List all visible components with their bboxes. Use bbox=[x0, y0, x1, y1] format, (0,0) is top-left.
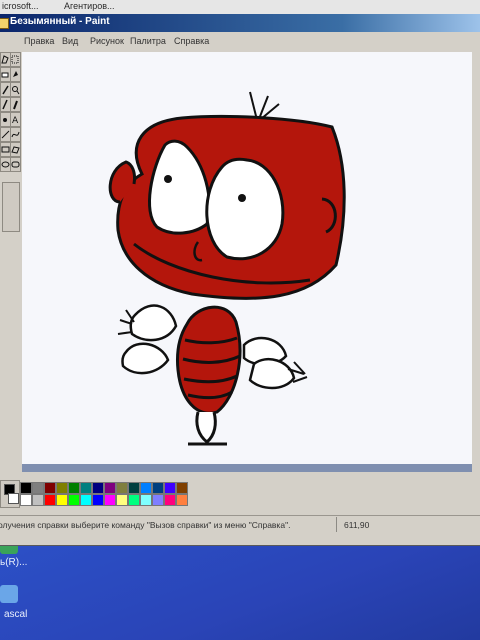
taskbar-item-microsoft[interactable]: icrosoft... bbox=[2, 1, 39, 11]
status-message: олучения справки выберите команду "Вызов… bbox=[0, 520, 291, 530]
fill-icon[interactable] bbox=[10, 67, 21, 82]
paint-window: icrosoft... Агентиров... Безымянный - Pa… bbox=[0, 0, 480, 545]
palette-swatch[interactable] bbox=[116, 482, 128, 494]
color-palette bbox=[0, 474, 480, 514]
text-icon[interactable]: A bbox=[10, 112, 21, 127]
palette-swatch[interactable] bbox=[176, 494, 188, 506]
palette-swatch[interactable] bbox=[68, 482, 80, 494]
taskbar-item-agentirov[interactable]: Агентиров... bbox=[64, 1, 115, 11]
palette-swatch[interactable] bbox=[164, 482, 176, 494]
background-color-swatch[interactable] bbox=[8, 493, 19, 504]
palette-swatch[interactable] bbox=[92, 494, 104, 506]
palette-swatch[interactable] bbox=[104, 482, 116, 494]
palette-swatch[interactable] bbox=[44, 482, 56, 494]
palette-swatch[interactable] bbox=[80, 494, 92, 506]
desktop-item-label-1[interactable]: ь(R)... bbox=[0, 557, 27, 568]
palette-swatch[interactable] bbox=[176, 482, 188, 494]
menu-help[interactable]: Справка bbox=[174, 36, 209, 46]
palette-swatch[interactable] bbox=[32, 482, 44, 494]
tool-options-box[interactable] bbox=[2, 182, 20, 232]
menu-view[interactable]: Вид bbox=[62, 36, 78, 46]
palette-swatch[interactable] bbox=[56, 482, 68, 494]
palette-swatch[interactable] bbox=[140, 482, 152, 494]
select-icon[interactable] bbox=[10, 52, 21, 67]
palette-swatch[interactable] bbox=[56, 494, 68, 506]
brush-icon[interactable] bbox=[10, 97, 21, 112]
paint-app-icon bbox=[0, 18, 9, 29]
cursor-coordinates: 611,90 bbox=[344, 520, 370, 530]
palette-swatch[interactable] bbox=[20, 482, 32, 494]
status-bar: олучения справки выберите команду "Вызов… bbox=[0, 515, 480, 534]
window-title: Безымянный - Paint bbox=[10, 16, 110, 27]
current-colors-box[interactable] bbox=[0, 480, 20, 508]
menu-image[interactable]: Рисунок bbox=[90, 36, 124, 46]
desktop-item-label-2[interactable]: ascal bbox=[4, 609, 27, 620]
drawing-canvas[interactable] bbox=[22, 52, 472, 464]
palette-swatch[interactable] bbox=[116, 494, 128, 506]
menu-bar: Правка Вид Рисунок Палитра Справка bbox=[0, 32, 480, 50]
palette-swatch[interactable] bbox=[80, 482, 92, 494]
palette-swatch[interactable] bbox=[152, 494, 164, 506]
palette-swatch[interactable] bbox=[92, 482, 104, 494]
title-bar[interactable]: Безымянный - Paint bbox=[0, 14, 480, 32]
taskbar-strip: icrosoft... Агентиров... bbox=[0, 0, 480, 14]
curve-icon[interactable] bbox=[10, 127, 21, 142]
canvas-area bbox=[22, 52, 472, 472]
drawing bbox=[108, 91, 346, 446]
palette-swatch[interactable] bbox=[32, 494, 44, 506]
menu-palette[interactable]: Палитра bbox=[130, 36, 166, 46]
monitor-photo: ь(R)... ascal icrosoft... Агентиров... Б… bbox=[0, 0, 480, 640]
palette-swatch[interactable] bbox=[128, 482, 140, 494]
toolbox: A bbox=[0, 52, 23, 472]
palette-swatch[interactable] bbox=[164, 494, 176, 506]
status-separator bbox=[336, 517, 337, 532]
palette-swatch[interactable] bbox=[104, 494, 116, 506]
polygon-icon[interactable] bbox=[10, 142, 21, 157]
rounded-rect-icon[interactable] bbox=[10, 157, 21, 172]
palette-swatch[interactable] bbox=[20, 494, 32, 506]
svg-text:A: A bbox=[12, 116, 19, 126]
desktop-icon-2[interactable] bbox=[0, 585, 18, 603]
palette-swatch[interactable] bbox=[152, 482, 164, 494]
palette-swatch[interactable] bbox=[44, 494, 56, 506]
zoom-icon[interactable] bbox=[10, 82, 21, 97]
palette-swatch[interactable] bbox=[140, 494, 152, 506]
palette-swatch[interactable] bbox=[128, 494, 140, 506]
menu-edit[interactable]: Правка bbox=[24, 36, 54, 46]
palette-swatch[interactable] bbox=[68, 494, 80, 506]
